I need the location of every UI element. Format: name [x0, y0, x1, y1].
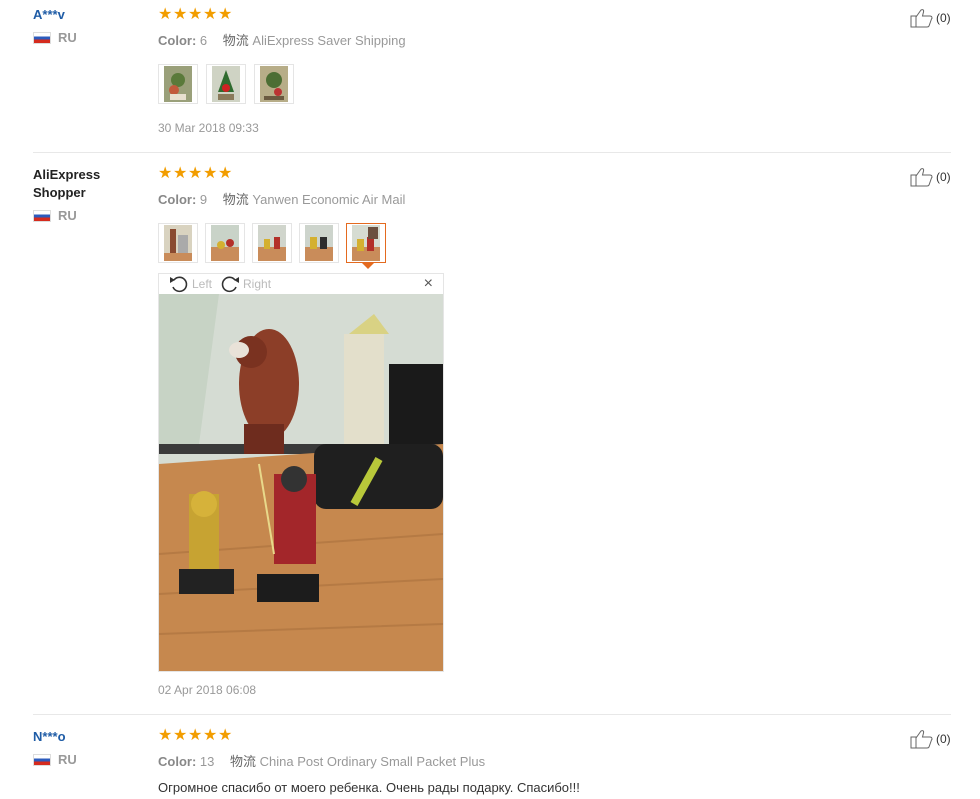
star-icon: ★ — [203, 6, 218, 23]
star-rating: ★ ★ ★ ★ ★ — [158, 6, 758, 24]
helpful-count: (0) — [936, 11, 951, 25]
star-icon: ★ — [158, 727, 173, 744]
star-icon: ★ — [188, 727, 203, 744]
star-icon: ★ — [173, 165, 188, 182]
country-code: RU — [58, 752, 77, 767]
review-photo-thumbnail[interactable] — [252, 223, 292, 263]
country-code: RU — [58, 30, 77, 45]
rotate-left-icon — [170, 276, 188, 293]
review-photo-thumbnail[interactable] — [299, 223, 339, 263]
shipping-label: 物流 — [222, 192, 249, 207]
reviewer-country: RU — [33, 30, 143, 45]
review-content: ★ ★ ★ ★ ★ Color: 6 物流 AliExpress Saver S… — [158, 6, 758, 49]
star-icon: ★ — [218, 6, 233, 23]
photo-viewer: Left Right × — [158, 273, 444, 672]
rotate-right-icon — [221, 276, 240, 293]
star-icon: ★ — [218, 727, 233, 744]
star-icon: ★ — [173, 6, 188, 23]
star-icon: ★ — [158, 6, 173, 23]
rotate-left-button[interactable]: Left — [169, 275, 212, 293]
reviewer-info: AliExpress Shopper RU — [33, 166, 143, 223]
color-label: Color: — [158, 33, 197, 48]
review-photo-large — [159, 294, 443, 671]
star-rating: ★ ★ ★ ★ ★ — [158, 727, 758, 745]
star-icon: ★ — [203, 727, 218, 744]
reviewer-country: RU — [33, 208, 143, 223]
reviewer-info: N***o RU — [33, 728, 143, 767]
russia-flag-icon — [33, 753, 51, 766]
thumbs-up-icon — [910, 9, 933, 28]
star-icon: ★ — [203, 165, 218, 182]
star-icon: ★ — [173, 727, 188, 744]
review-photo-thumbnail[interactable] — [205, 223, 245, 263]
review-divider — [33, 152, 951, 153]
shipping-value: Yanwen Economic Air Mail — [252, 192, 406, 207]
star-icon: ★ — [188, 6, 203, 23]
review-divider — [33, 714, 951, 715]
review-photo-thumbnail[interactable] — [158, 64, 198, 104]
helpful-button[interactable]: (0) — [910, 729, 951, 749]
review-photo-thumbnail[interactable] — [206, 64, 246, 104]
reviewer-name: AliExpress Shopper — [33, 167, 101, 200]
shipping-value: AliExpress Saver Shipping — [252, 33, 406, 48]
star-icon: ★ — [158, 165, 173, 182]
helpful-count: (0) — [936, 170, 951, 184]
color-value: 13 — [199, 754, 215, 769]
helpful-count: (0) — [936, 732, 951, 746]
viewer-toolbar: Left Right × — [159, 274, 443, 294]
color-label: Color: — [158, 754, 197, 769]
reviewer-country: RU — [33, 752, 143, 767]
reviewer-name[interactable]: A***v — [33, 6, 143, 24]
photo-thumbnails — [158, 64, 294, 104]
review-content: ★ ★ ★ ★ ★ Color: 9 物流 Yanwen Economic Ai… — [158, 165, 758, 208]
reviewer-info: A***v RU — [33, 6, 143, 45]
star-icon: ★ — [188, 165, 203, 182]
rotate-left-label: Left — [192, 277, 213, 291]
shipping-label: 物流 — [222, 33, 249, 48]
review-date: 30 Mar 2018 09:33 — [158, 121, 259, 135]
rotate-right-button[interactable]: Right — [220, 275, 271, 293]
russia-flag-icon — [33, 31, 51, 44]
helpful-button[interactable]: (0) — [910, 8, 951, 28]
shipping-value: China Post Ordinary Small Packet Plus — [259, 754, 486, 769]
rotate-right-label: Right — [243, 277, 272, 291]
review-content: ★ ★ ★ ★ ★ Color: 13 物流 China Post Ordina… — [158, 727, 758, 796]
color-value: 9 — [199, 192, 208, 207]
review-date: 02 Apr 2018 06:08 — [158, 683, 257, 697]
close-viewer-button[interactable]: × — [424, 275, 433, 293]
review-meta: Color: 9 物流 Yanwen Economic Air Mail — [158, 189, 758, 208]
thumbs-up-icon — [910, 730, 933, 749]
shipping-label: 物流 — [230, 754, 257, 769]
star-rating: ★ ★ ★ ★ ★ — [158, 165, 758, 183]
review-photo-thumbnail[interactable] — [158, 223, 198, 263]
thumbs-up-icon — [910, 168, 933, 187]
reviewer-name[interactable]: N***o — [33, 728, 143, 746]
review-meta: Color: 6 物流 AliExpress Saver Shipping — [158, 30, 758, 49]
review-photo-thumbnail-selected[interactable] — [346, 223, 386, 269]
russia-flag-icon — [33, 209, 51, 222]
review-meta: Color: 13 物流 China Post Ordinary Small P… — [158, 751, 758, 770]
photo-thumbnails — [158, 223, 386, 269]
star-icon: ★ — [218, 165, 233, 182]
helpful-button[interactable]: (0) — [910, 167, 951, 187]
review-comment: Огромное спасибо от моего ребенка. Очень… — [158, 780, 580, 795]
color-label: Color: — [158, 192, 197, 207]
color-value: 6 — [199, 33, 208, 48]
country-code: RU — [58, 208, 77, 223]
review-photo-thumbnail[interactable] — [254, 64, 294, 104]
